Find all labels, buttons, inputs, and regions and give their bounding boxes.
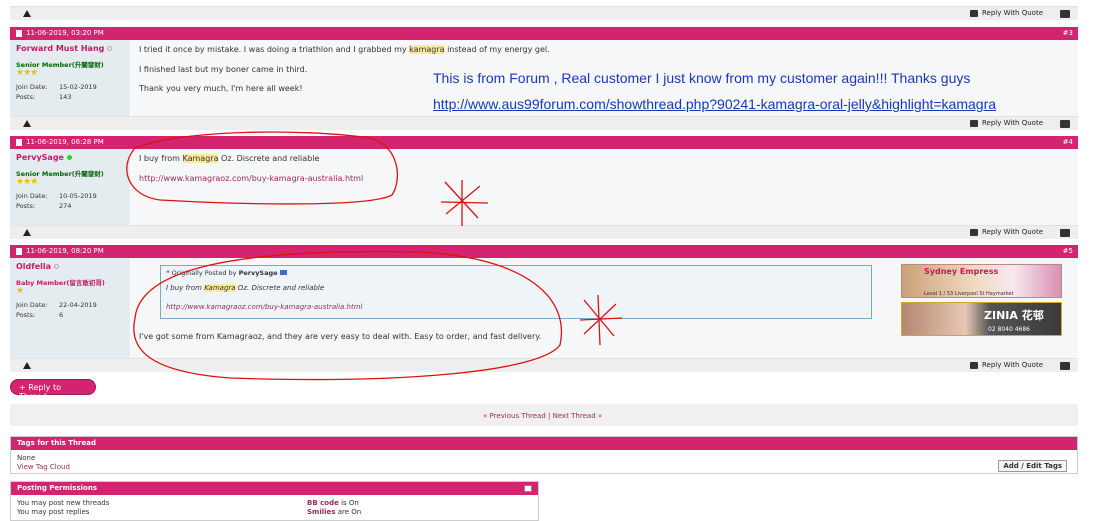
tags-panel: Tags for this Thread None View Tag Cloud… <box>10 436 1078 474</box>
multi-quote-icon[interactable] <box>1060 10 1070 18</box>
offline-icon <box>54 264 60 269</box>
reply-with-quote-button[interactable]: Reply With Quote <box>969 119 1043 127</box>
post-header: 11-06-2019, 06:28 PM #4 <box>10 136 1078 149</box>
reply-with-quote-button[interactable]: Reply With Quote <box>969 361 1043 369</box>
post-icon <box>16 30 22 37</box>
report-icon[interactable] <box>23 120 31 127</box>
quote-link[interactable]: http://www.kamagraoz.com/buy-kamagra-aus… <box>166 303 362 311</box>
post-header: 11-06-2019, 08:20 PM #5 <box>10 245 1078 258</box>
reply-with-quote-button[interactable]: Reply With Quote <box>969 9 1043 17</box>
ad-banner-2[interactable]: ZINIA 花邨 02 8040 4686 <box>901 302 1062 336</box>
quote-icon <box>969 119 978 127</box>
quote-icon <box>969 361 978 369</box>
post-number[interactable]: #4 <box>1063 138 1073 146</box>
offline-icon <box>107 46 113 51</box>
annotation-text: This is from Forum , Real customer I jus… <box>433 70 971 86</box>
user-rank: Baby Member(留言敢初哥) <box>16 279 105 287</box>
multi-quote-icon[interactable] <box>1060 120 1070 128</box>
post-toolbar: Reply With Quote <box>10 225 1078 239</box>
report-icon[interactable] <box>23 10 31 17</box>
report-icon[interactable] <box>23 229 31 236</box>
post-date: 11-06-2019, 08:20 PM <box>26 247 104 255</box>
user-card: Oldfella Baby Member(留言敢初哥) ★ Join Date:… <box>10 258 130 358</box>
post-count: 6 <box>59 311 64 319</box>
join-date: 22-04-2019 <box>59 301 97 309</box>
quote-author[interactable]: PervySage <box>239 269 278 277</box>
quote-icon <box>969 9 978 17</box>
post-body: I buy from Kamagra Oz. Discrete and reli… <box>131 149 1078 225</box>
report-icon[interactable] <box>23 362 31 369</box>
post-toolbar: Reply With Quote <box>10 358 1078 372</box>
reply-to-thread-button[interactable]: + Reply to Thread <box>10 379 96 401</box>
post-toolbar: Reply With Quote <box>10 6 1078 20</box>
quote-icon <box>969 228 978 236</box>
post-count: 274 <box>59 202 72 210</box>
username[interactable]: Oldfella <box>16 262 51 271</box>
rank-stars: ★ <box>16 286 24 296</box>
next-thread-link[interactable]: Next Thread » <box>553 412 603 420</box>
post-number[interactable]: #3 <box>1063 29 1073 37</box>
online-icon <box>66 155 72 160</box>
tags-title: Tags for this Thread <box>11 437 1077 450</box>
view-post-icon[interactable] <box>279 270 287 275</box>
post-link[interactable]: http://www.kamagraoz.com/buy-kamagra-aus… <box>139 174 363 183</box>
post-icon <box>16 139 22 146</box>
post-icon <box>16 248 22 255</box>
user-card: Forward Must Hang Senior Member(升關發財) ★★… <box>10 40 130 116</box>
quote-block: ❝ Originally Posted by PervySage I buy f… <box>160 265 872 319</box>
username[interactable]: Forward Must Hang <box>16 44 104 53</box>
join-date: 10-05-2019 <box>59 192 97 200</box>
view-tag-cloud-link[interactable]: View Tag Cloud <box>17 463 70 471</box>
collapse-icon[interactable] <box>524 485 532 492</box>
post-date: 11-06-2019, 03:20 PM <box>26 29 104 37</box>
ad-banner-1[interactable]: Sydney Empress Level 1 / 53 Liverpool St… <box>901 264 1062 298</box>
previous-thread-link[interactable]: « Previous Thread <box>483 412 546 420</box>
multi-quote-icon[interactable] <box>1060 362 1070 370</box>
permissions-panel: Posting Permissions You may post new thr… <box>10 481 539 521</box>
add-edit-tags-button[interactable]: Add / Edit Tags <box>998 460 1067 472</box>
post-count: 143 <box>59 93 72 101</box>
rank-stars: ★★★ <box>16 68 38 78</box>
annotation-link[interactable]: http://www.aus99forum.com/showthread.php… <box>433 96 996 112</box>
username[interactable]: PervySage <box>16 153 64 162</box>
thread-nav: « Previous Thread | Next Thread » <box>10 404 1078 426</box>
post-number[interactable]: #5 <box>1063 247 1073 255</box>
join-date: 15-02-2019 <box>59 83 97 91</box>
post-toolbar: Reply With Quote <box>10 116 1078 130</box>
post-header: 11-06-2019, 03:20 PM #3 <box>10 27 1078 40</box>
multi-quote-icon[interactable] <box>1060 229 1070 237</box>
post-date: 11-06-2019, 06:28 PM <box>26 138 104 146</box>
reply-with-quote-button[interactable]: Reply With Quote <box>969 228 1043 236</box>
rank-stars: ★★★ <box>16 177 38 187</box>
user-card: PervySage Senior Member(升關發財) ★★★ Join D… <box>10 149 130 225</box>
permissions-title: Posting Permissions <box>11 482 538 495</box>
